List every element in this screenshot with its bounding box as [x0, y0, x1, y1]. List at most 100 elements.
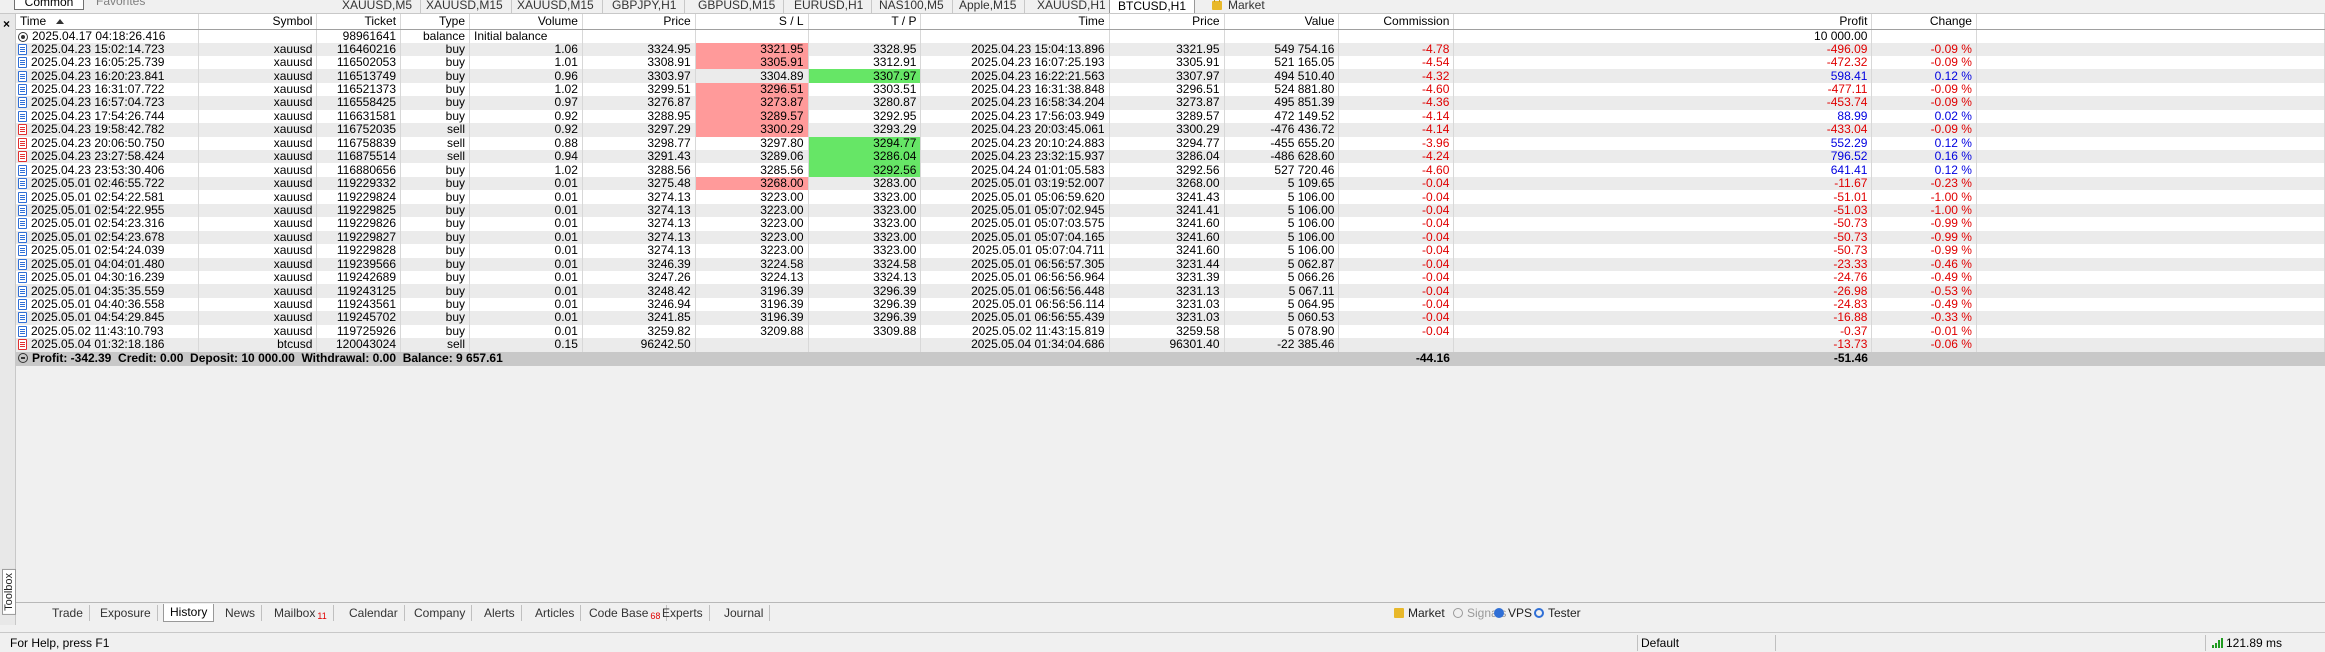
chart-tab[interactable]: Apple,M15	[951, 0, 1026, 13]
tab-calendar[interactable]: Calendar	[343, 605, 405, 621]
col-header-close-time[interactable]: Time	[920, 14, 1110, 30]
buy-order-icon	[18, 178, 27, 190]
col-header-profit[interactable]: Profit	[1453, 14, 1873, 30]
table-row[interactable]: 2025.05.04 01:32:18.186 btcusd 120043024 se…	[16, 338, 2325, 352]
table-row[interactable]: 2025.05.01 04:54:29.845 xauusd 119245702 bu…	[16, 311, 2325, 325]
cell-ticket: 116558425	[316, 96, 402, 110]
toolbox-label[interactable]: Toolbox	[2, 569, 16, 615]
table-row[interactable]: 2025.04.23 16:20:23.841 xauusd 116513749 bu…	[16, 69, 2325, 83]
tab-alerts[interactable]: Alerts	[478, 605, 522, 621]
summary-text: Profit: -342.39 Credit: 0.00 Deposit: 10…	[32, 351, 503, 366]
chart-tab[interactable]: GBPUSD,M15	[690, 0, 785, 13]
table-row[interactable]: 2025.04.23 16:05:25.739 xauusd 116502053 bu…	[16, 55, 2325, 70]
tab-exposure[interactable]: Exposure	[94, 605, 158, 621]
table-row[interactable]: 2025.05.01 02:54:24.039 xauusd 119229828 bu…	[16, 244, 2325, 258]
cell-ticket: 116631581	[316, 109, 402, 124]
cell-value: 524 881.80	[1224, 82, 1340, 97]
common-button[interactable]: Common	[14, 0, 84, 10]
tab-history[interactable]: History	[163, 604, 215, 622]
table-row[interactable]: 2025.04.23 17:54:26.744 xauusd 116631581 bu…	[16, 109, 2325, 124]
cell-profit: 88.99	[1453, 109, 1873, 124]
table-row[interactable]: 2025.04.23 19:58:42.782 xauusd 116752035 se…	[16, 123, 2325, 137]
market-side-tab[interactable]: Market	[1394, 605, 1445, 621]
table-row[interactable]: 2025.05.01 02:54:22.581 xauusd 119229824 bu…	[16, 190, 2325, 204]
table-row[interactable]: 2025.04.23 16:57:04.723 xauusd 116558425 bu…	[16, 96, 2325, 110]
table-row[interactable]: 2025.04.17 04:18:26.416 98961641 balance In…	[16, 29, 2325, 43]
table-row[interactable]: 2025.05.01 02:54:23.316 xauusd 119229826 bu…	[16, 217, 2325, 231]
open-time-text: 2025.04.23 16:57:04.723	[31, 96, 165, 110]
tester-tab[interactable]: Tester	[1534, 605, 1581, 621]
tab-journal[interactable]: Journal	[718, 605, 771, 621]
cell-profit: 552.29	[1453, 136, 1873, 150]
table-row[interactable]: 2025.05.01 02:46:55.722 xauusd 119229332 bu…	[16, 176, 2325, 191]
close-icon[interactable]: ×	[3, 18, 10, 30]
tab-trade[interactable]: Trade	[46, 605, 90, 621]
col-header-price[interactable]: Price	[582, 14, 696, 30]
col-header-commission[interactable]: Commission	[1338, 14, 1455, 30]
cell-filler	[1976, 284, 2325, 298]
tab-company[interactable]: Company	[408, 605, 473, 621]
cell-price: 3274.13	[582, 244, 696, 258]
cell-volume: 1.06	[469, 42, 583, 56]
cell-symbol: xauusd	[198, 163, 318, 177]
table-row[interactable]: 2025.05.02 11:43:10.793 xauusd 119725926 bu…	[16, 324, 2325, 339]
cell-commission	[1338, 29, 1455, 43]
cell-profit: 641.41	[1453, 163, 1873, 177]
col-header-value[interactable]: Value	[1224, 14, 1340, 30]
table-row[interactable]: 2025.04.23 16:31:07.722 xauusd 116521373 bu…	[16, 82, 2325, 97]
chart-tab[interactable]: XAUUSD,M15	[509, 0, 603, 13]
col-header-volume[interactable]: Volume	[469, 14, 583, 30]
cell-type: buy	[400, 257, 471, 271]
cell-value: 5 106.00	[1224, 217, 1340, 231]
col-header-change[interactable]: Change	[1871, 14, 1977, 30]
chart-tab[interactable]: BTCUSD,H1	[1109, 0, 1196, 13]
cell-volume: 1.02	[469, 82, 583, 97]
cell-close-price: 3241.41	[1109, 203, 1225, 218]
tab-mailbox[interactable]: Mailbox 11	[268, 605, 334, 621]
chart-tab[interactable]: EURUSD,H1	[786, 0, 873, 13]
market-chart-tab[interactable]: Market	[1212, 0, 1265, 13]
favorites-tab[interactable]: Favorites	[96, 0, 145, 8]
chart-tab[interactable]: XAUUSD,H1	[1029, 0, 1115, 13]
col-header-time[interactable]: Time	[16, 14, 200, 30]
market-chart-tab-label: Market	[1228, 0, 1265, 12]
cell-volume: 0.01	[469, 311, 583, 325]
col-header-type[interactable]: Type	[400, 14, 471, 30]
chart-tab[interactable]: XAUUSD,M5	[334, 0, 422, 13]
table-row[interactable]: 2025.04.23 15:02:14.723 xauusd 116460216 bu…	[16, 42, 2325, 56]
cell-profit: -26.98	[1453, 284, 1873, 298]
table-row[interactable]: 2025.05.01 02:54:22.955 xauusd 119229825 bu…	[16, 203, 2325, 218]
cell-change: -1.00 %	[1871, 203, 1977, 218]
cell-close-price: 3300.29	[1109, 123, 1225, 137]
table-row[interactable]: 2025.05.01 04:30:16.239 xauusd 119242689 bu…	[16, 270, 2325, 285]
col-header-ticket[interactable]: Ticket	[316, 14, 402, 30]
tab-articles[interactable]: Articles	[529, 605, 582, 621]
status-bar: For Help, press F1 Default 121.89 ms	[0, 632, 2325, 652]
tab-news[interactable]: News	[219, 605, 263, 621]
table-row[interactable]: 2025.04.23 20:06:50.750 xauusd 116758839 se…	[16, 136, 2325, 150]
cell-take-profit: 3286.04	[808, 150, 922, 164]
table-row[interactable]: 2025.05.01 04:04:01.480 xauusd 119239566 bu…	[16, 257, 2325, 271]
tab-experts[interactable]: Experts	[656, 605, 710, 621]
col-header-close-price[interactable]: Price	[1109, 14, 1225, 30]
vps-tab[interactable]: VPS	[1494, 605, 1532, 621]
tester-icon	[1534, 608, 1544, 618]
table-row[interactable]: 2025.04.23 23:53:30.406 xauusd 116880656 bu…	[16, 163, 2325, 177]
col-header-sl[interactable]: S / L	[695, 14, 809, 30]
chart-tab[interactable]: GBPJPY,H1	[604, 0, 686, 13]
table-row[interactable]: 2025.05.01 04:40:36.558 xauusd 119243561 bu…	[16, 297, 2325, 312]
cell-price: 3288.95	[582, 109, 696, 124]
col-header-tp[interactable]: T / P	[808, 14, 922, 30]
cell-close-time: 2025.04.23 20:10:24.883	[920, 136, 1110, 150]
table-row[interactable]: 2025.04.23 23:27:58.424 xauusd 116875514 se…	[16, 150, 2325, 164]
col-header-symbol[interactable]: Symbol	[198, 14, 318, 30]
table-row[interactable]: 2025.05.01 02:54:23.678 xauusd 119229827 bu…	[16, 230, 2325, 245]
cell-price: 3246.94	[582, 297, 696, 312]
open-time-text: 2025.04.23 16:20:23.841	[31, 69, 165, 83]
status-profile[interactable]: Default	[1641, 636, 1679, 650]
collapse-icon[interactable]	[18, 353, 28, 364]
tab-code-base[interactable]: Code Base 68	[583, 605, 668, 621]
chart-tab[interactable]: NAS100,M5	[871, 0, 953, 13]
chart-tab[interactable]: XAUUSD,M15	[418, 0, 512, 13]
table-row[interactable]: 2025.05.01 04:35:35.559 xauusd 119243125 bu…	[16, 284, 2325, 298]
